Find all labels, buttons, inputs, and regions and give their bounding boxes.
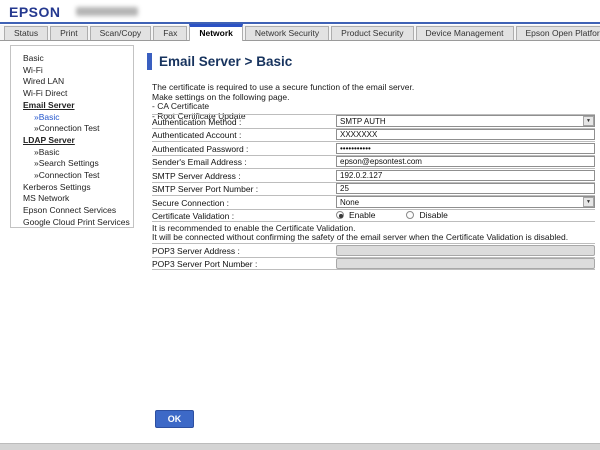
authenticated-password-label: Authenticated Password : xyxy=(152,143,336,154)
sidebar-item-ldap-search-settings[interactable]: »Search Settings xyxy=(11,158,133,170)
chevron-down-icon[interactable]: ▼ xyxy=(583,116,594,126)
form-row: POP3 Server Address : xyxy=(152,243,595,257)
email-server-form: Authentication Method : SMTP AUTH ▼ Auth… xyxy=(152,114,595,222)
certificate-validation-disable-radio[interactable] xyxy=(406,211,414,219)
tab-epson-open-platform[interactable]: Epson Open Platform xyxy=(516,26,600,40)
authentication-method-select[interactable]: SMTP AUTH ▼ xyxy=(336,115,595,127)
tab-print[interactable]: Print xyxy=(50,26,87,40)
tab-scan-copy[interactable]: Scan/Copy xyxy=(90,26,152,40)
sidebar-item-kerberos-settings[interactable]: Kerberos Settings xyxy=(11,182,133,194)
sidebar-item-basic[interactable]: Basic xyxy=(11,53,133,65)
sidebar-item-ldap-basic[interactable]: »Basic xyxy=(11,147,133,159)
authentication-method-label: Authentication Method : xyxy=(152,116,336,127)
tab-network[interactable]: Network xyxy=(189,24,243,41)
tab-status[interactable]: Status xyxy=(4,26,48,40)
form-row: Authenticated Password : xyxy=(152,141,595,155)
form-row: POP3 Server Port Number : xyxy=(152,257,595,271)
tab-device-management[interactable]: Device Management xyxy=(416,26,514,40)
certificate-validation-label: Certificate Validation : xyxy=(152,210,336,221)
chevron-down-icon[interactable]: ▼ xyxy=(583,197,594,207)
enable-radio-label: Enable xyxy=(349,210,375,220)
sidebar-nav: Basic Wi-Fi Wired LAN Wi-Fi Direct Email… xyxy=(10,45,134,228)
sidebar-item-wifi[interactable]: Wi-Fi xyxy=(11,65,133,77)
pop3-server-port-label: POP3 Server Port Number : xyxy=(152,258,336,269)
pop3-form: POP3 Server Address : POP3 Server Port N… xyxy=(152,243,595,270)
ok-button[interactable]: OK xyxy=(155,410,194,428)
pop3-server-address-label: POP3 Server Address : xyxy=(152,245,336,256)
printer-model-blurred xyxy=(76,7,138,16)
sidebar-item-ms-network[interactable]: MS Network xyxy=(11,193,133,205)
senders-email-address-field[interactable] xyxy=(336,156,595,167)
sidebar-item-epson-connect-services[interactable]: Epson Connect Services xyxy=(11,205,133,217)
app-window: EPSON Status Print Scan/Copy Fax Network… xyxy=(0,0,600,443)
tab-fax[interactable]: Fax xyxy=(153,26,187,40)
form-row: Certificate Validation : Enable Disable xyxy=(152,209,595,223)
form-row: SMTP Server Port Number : xyxy=(152,182,595,196)
sidebar-item-google-cloud-print-services[interactable]: Google Cloud Print Services xyxy=(11,217,133,229)
secure-connection-select[interactable]: None ▼ xyxy=(336,196,595,208)
form-row: Sender's Email Address : xyxy=(152,155,595,169)
title-accent-bar xyxy=(147,53,152,70)
form-row: Authenticated Account : xyxy=(152,128,595,142)
certificate-validation-note: It is recommended to enable the Certific… xyxy=(152,224,595,243)
page-title: Email Server > Basic xyxy=(159,54,292,69)
sidebar-item-wifi-direct[interactable]: Wi-Fi Direct xyxy=(11,88,133,100)
form-row: Secure Connection : None ▼ xyxy=(152,195,595,209)
certificate-validation-enable-radio[interactable] xyxy=(336,211,344,219)
form-row: SMTP Server Address : xyxy=(152,168,595,182)
note-line: It will be connected without confirming … xyxy=(152,233,595,243)
authenticated-account-field[interactable] xyxy=(336,129,595,140)
senders-email-address-label: Sender's Email Address : xyxy=(152,156,336,167)
smtp-server-address-label: SMTP Server Address : xyxy=(152,170,336,181)
sidebar-item-ldap-server[interactable]: LDAP Server xyxy=(11,135,133,147)
authenticated-password-field[interactable] xyxy=(336,143,595,154)
smtp-server-port-field[interactable] xyxy=(336,183,595,194)
sidebar-item-ldap-connection-test[interactable]: »Connection Test xyxy=(11,170,133,182)
pop3-server-port-field xyxy=(336,258,595,269)
header: EPSON xyxy=(0,0,600,22)
authenticated-account-label: Authenticated Account : xyxy=(152,129,336,140)
epson-logo: EPSON xyxy=(9,4,61,20)
tab-bar: Status Print Scan/Copy Fax Network Netwo… xyxy=(0,25,600,41)
tab-network-security[interactable]: Network Security xyxy=(245,26,329,40)
page-bottom-margin xyxy=(0,443,600,450)
sidebar-item-wired-lan[interactable]: Wired LAN xyxy=(11,76,133,88)
sidebar-item-email-server-basic[interactable]: »Basic xyxy=(11,112,133,124)
sidebar-item-email-server[interactable]: Email Server xyxy=(11,100,133,112)
pop3-server-address-field xyxy=(336,245,595,256)
secure-connection-label: Secure Connection : xyxy=(152,197,336,208)
disable-radio-label: Disable xyxy=(419,210,447,220)
smtp-server-address-field[interactable] xyxy=(336,170,595,181)
smtp-server-port-label: SMTP Server Port Number : xyxy=(152,183,336,194)
header-divider xyxy=(0,22,600,24)
form-row: Authentication Method : SMTP AUTH ▼ xyxy=(152,114,595,128)
sidebar-item-email-server-connection-test[interactable]: »Connection Test xyxy=(11,123,133,135)
tab-product-security[interactable]: Product Security xyxy=(331,26,413,40)
